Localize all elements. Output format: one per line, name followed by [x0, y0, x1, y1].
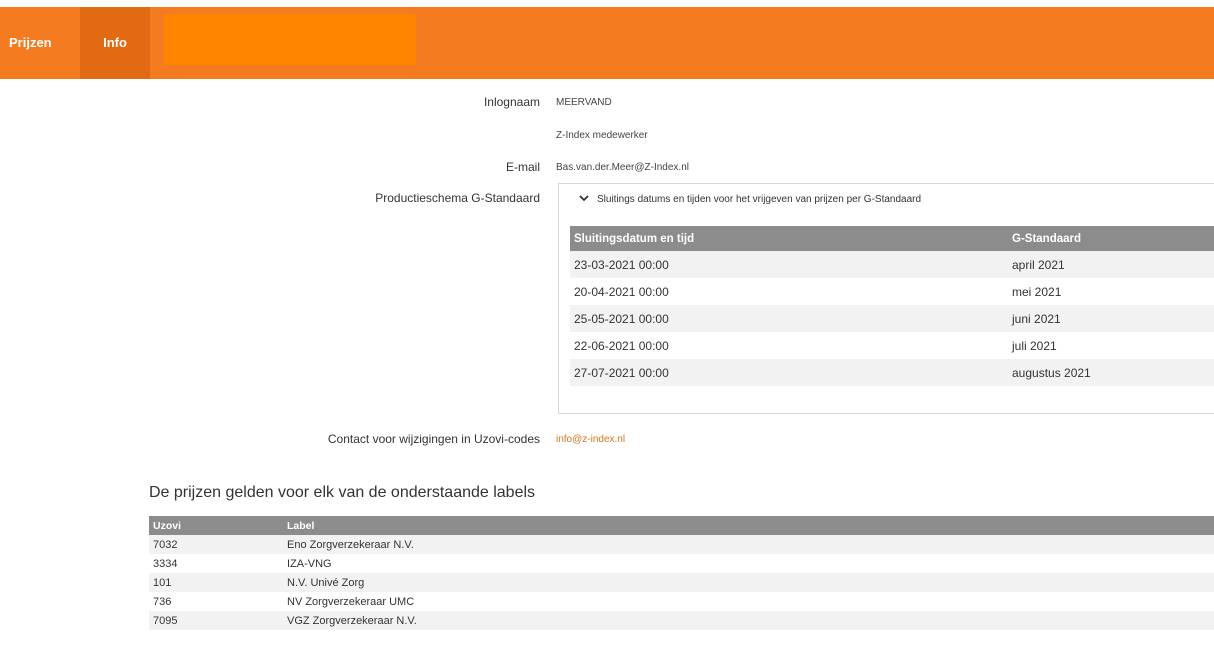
table-row: 7095 VGZ Zorgverzekeraar N.V. — [149, 611, 1214, 630]
table-row: 736 NV Zorgverzekeraar UMC — [149, 592, 1214, 611]
g-standaard-cell: april 2021 — [1008, 251, 1214, 278]
closing-date-cell: 23-03-2021 00:00 — [570, 251, 1008, 278]
column-header-uzovi: Uzovi — [149, 516, 283, 535]
login-label: Inlognaam — [483, 95, 540, 109]
g-standaard-cell: juli 2021 — [1012, 338, 1057, 353]
top-navigation-bar: Prijzen Info — [0, 7, 1214, 79]
email-label: E-mail — [505, 160, 540, 174]
labels-section-title: De prijzen gelden voor elk van de onders… — [149, 484, 536, 501]
nav-highlight-block — [164, 14, 416, 65]
chevron-down-icon — [579, 194, 591, 204]
label-cell: N.V. Univé Zorg — [283, 573, 1214, 592]
uzovi-cell: 101 — [149, 573, 283, 592]
schedule-label: Productieschema G-Standaard — [375, 191, 540, 205]
schedule-panel: Sluitings datums en tijden voor het vrij… — [558, 183, 1214, 414]
column-header-closing-date: Sluitingsdatum en tijd — [570, 226, 1008, 251]
role-value: Z-Index medewerker — [556, 130, 648, 141]
email-value: Bas.van.der.Meer@Z-Index.nl — [556, 162, 689, 173]
table-row: 25-05-2021 00:00 juni 2021 — [570, 305, 1214, 332]
column-header-g-standaard: G-Standaard — [1008, 226, 1214, 251]
table-row: 3334 IZA-VNG — [149, 554, 1214, 573]
table-row: 23-03-2021 00:00 april 2021 — [570, 251, 1214, 278]
nav-item-prijzen[interactable]: Prijzen — [0, 7, 80, 79]
g-standaard-cell: augustus 2021 — [1008, 359, 1214, 386]
closing-date-cell: 20-04-2021 00:00 — [574, 284, 669, 299]
closing-date-cell: 22-06-2021 00:00 — [574, 338, 669, 353]
column-header-label: Label — [283, 516, 1214, 535]
table-row: 27-07-2021 00:00 augustus 2021 — [570, 359, 1214, 386]
g-standaard-cell: juni 2021 — [1008, 305, 1214, 332]
closing-date-cell: 27-07-2021 00:00 — [570, 359, 1008, 386]
label-cell: Eno Zorgverzekeraar N.V. — [283, 535, 1214, 554]
schedule-table: Sluitingsdatum en tijd G-Standaard 23-03… — [570, 226, 1214, 386]
g-standaard-cell: mei 2021 — [1012, 284, 1062, 299]
schedule-toggle[interactable]: Sluitings datums en tijden voor het vrij… — [579, 194, 921, 205]
contact-label: Contact voor wijzigingen in Uzovi-codes — [327, 432, 540, 446]
labels-table: Uzovi Label 7032 Eno Zorgverzekeraar N.V… — [149, 516, 1214, 630]
nav-item-info[interactable]: Info — [80, 7, 150, 79]
table-row: 101 N.V. Univé Zorg — [149, 573, 1214, 592]
label-cell: NV Zorgverzekeraar UMC — [287, 595, 415, 608]
label-cell: IZA-VNG — [287, 557, 332, 570]
table-row: 7032 Eno Zorgverzekeraar N.V. — [149, 535, 1214, 554]
uzovi-cell: 3334 — [153, 557, 178, 570]
uzovi-cell: 7095 — [149, 611, 283, 630]
table-row: 20-04-2021 00:00 mei 2021 — [570, 278, 1214, 305]
login-value: MEERVAND — [556, 97, 612, 108]
schedule-heading: Sluitings datums en tijden voor het vrij… — [597, 194, 922, 205]
table-row: 22-06-2021 00:00 juli 2021 — [570, 332, 1214, 359]
closing-date-cell: 25-05-2021 00:00 — [570, 305, 1008, 332]
label-cell: VGZ Zorgverzekeraar N.V. — [283, 611, 1214, 630]
uzovi-cell: 736 — [153, 595, 172, 608]
contact-email-link[interactable]: info@z-index.nl — [556, 434, 625, 445]
uzovi-cell: 7032 — [149, 535, 283, 554]
